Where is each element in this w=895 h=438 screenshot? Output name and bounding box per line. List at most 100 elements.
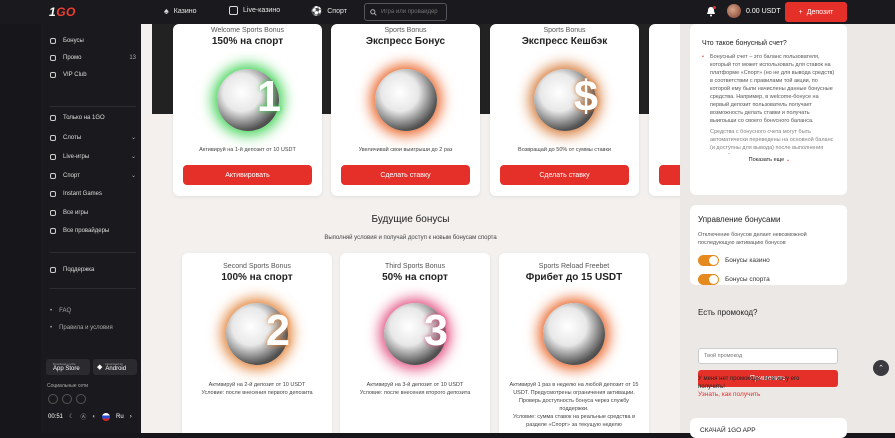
search-box[interactable] xyxy=(364,3,447,21)
manage-text: Отключение бонусов делает невозможной по… xyxy=(698,232,807,246)
divider xyxy=(50,252,136,253)
sidebar-item-6[interactable]: Спорт ⌄ xyxy=(50,172,136,179)
circle-icon[interactable]: ◐ xyxy=(92,414,96,420)
sidebar-item-label: Только на 1GO xyxy=(63,115,105,121)
show-more-link[interactable]: Показать еще ⌄ xyxy=(702,157,837,163)
no-promo-text: У меня нет промокода, но я хочу его полу… xyxy=(698,375,828,391)
manage-title: Управление бонусами xyxy=(698,215,781,224)
appstore-button[interactable]: Download on the App Store xyxy=(46,359,90,375)
accessibility-icon[interactable]: Ⓐ xyxy=(80,412,86,421)
sport-bonus-toggle[interactable] xyxy=(698,274,719,285)
sidebar-item-faq[interactable]: • FAQ xyxy=(50,308,136,314)
sidebar-item-label: Все провайдеры xyxy=(63,228,110,234)
card-description-1: Активируй на 3-й депозит от 10 USDT xyxy=(366,382,464,388)
bell-icon[interactable] xyxy=(706,6,716,17)
right-panel: Что такое бонусный счет? • Бонусный счет… xyxy=(680,24,895,438)
sidebar-item-10[interactable]: Поддержка xyxy=(50,267,136,273)
sidebar-item-9[interactable]: Все провайдеры xyxy=(50,228,136,234)
card-title: Фрибет до 15 USDT xyxy=(525,272,623,283)
flag-icon[interactable] xyxy=(102,412,111,421)
card-action-button[interactable]: Активировать xyxy=(183,165,312,185)
balance[interactable]: 0.00 USDT xyxy=(746,8,781,15)
bonus-card-partial xyxy=(649,24,680,196)
football-icon xyxy=(543,303,605,365)
bonus-number-glyph: $ xyxy=(573,73,598,121)
card-title: 50% на спорт xyxy=(382,272,448,283)
football-icon: 1 xyxy=(217,69,281,131)
bonus-management: Управление бонусами Отключение бонусов д… xyxy=(690,205,847,285)
card-description-2: Условие: сумма ставок на реальные средст… xyxy=(512,414,636,428)
card-subtitle: Welcome Sports Bonus xyxy=(210,27,284,34)
casino-bonus-toggle[interactable] xyxy=(698,255,719,266)
bullet-icon: • xyxy=(702,54,704,60)
bonus-account-info: Что такое бонусный счет? • Бонусный счет… xyxy=(690,24,847,195)
gift-icon xyxy=(50,38,56,44)
card-button-label: Активировать xyxy=(225,171,270,179)
casino-bonus-label: Бонусы казино xyxy=(725,257,770,264)
sidebar-item-rules[interactable]: • Правила и условия xyxy=(50,325,136,331)
card-description-1: Активируй на 2-й депозит от 10 USDT xyxy=(208,382,306,388)
nav-live-casino[interactable]: Live-казино xyxy=(229,6,280,15)
count-badge: 13 xyxy=(129,55,136,61)
deposit-button[interactable]: + Депозит xyxy=(785,2,847,22)
search-icon xyxy=(370,8,377,16)
card-action-button[interactable]: Сделать ставку xyxy=(341,165,470,185)
search-input[interactable] xyxy=(381,9,445,15)
sidebar-item-label: Бонусы xyxy=(63,38,84,44)
deposit-label: Депозит xyxy=(806,8,834,16)
ball-icon: ⚽ xyxy=(311,6,323,16)
sidebar-item-2[interactable]: VIP Club xyxy=(50,72,136,78)
football-icon: $ xyxy=(534,69,598,131)
sidebar-item-4[interactable]: Слоты ⌄ xyxy=(50,134,136,141)
sidebar-item-8[interactable]: Все игры xyxy=(50,210,136,216)
sidebar-item-1[interactable]: Промо 13 xyxy=(50,55,136,61)
main-content: Welcome Sports Bonus 150% на спорт Активир… xyxy=(141,24,680,433)
android-icon: ◆ xyxy=(97,364,103,371)
card-action-button[interactable]: Сделать ставку xyxy=(500,165,629,185)
logo[interactable]: 1GO xyxy=(49,5,76,19)
card-title: 150% на спорт xyxy=(211,36,284,47)
scroll-button[interactable]: ⌃ xyxy=(873,360,889,376)
card-description: Активируй на 2-й депозит от 10 USDT Услов… xyxy=(190,381,324,397)
moon-icon[interactable]: ☾ xyxy=(69,413,74,420)
clock: 00:51 xyxy=(48,413,64,420)
nav-sport-label: Спорт xyxy=(327,8,347,15)
promo-input[interactable] xyxy=(698,348,838,364)
social-label: Социальные сети xyxy=(47,383,89,389)
twitter-icon[interactable] xyxy=(62,394,72,404)
divider xyxy=(50,106,136,107)
sidebar-item-label: VIP Club xyxy=(63,72,87,78)
nav-sport[interactable]: ⚽ Спорт xyxy=(311,6,347,17)
sidebar-item-7[interactable]: Instant Games xyxy=(50,191,136,197)
card-subtitle: Third Sports Bonus xyxy=(385,263,445,270)
future-bonus-card: Third Sports Bonus 50% на спорт Активируй … xyxy=(340,253,490,433)
sidebar-item-3[interactable]: Только на 1GO xyxy=(50,115,136,121)
show-more-label: Показать еще xyxy=(748,157,785,163)
sidebar: Бонусы Промо 13 VIP Club Только на 1GO Слоты ⌄… xyxy=(41,24,141,433)
logo-suffix: GO xyxy=(56,5,76,19)
future-bonuses-subheading: Выполняй условия и получай доступ к новы… xyxy=(324,235,497,241)
card-description: Активируй 1 раз в неделю на любой депози… xyxy=(507,381,641,429)
sidebar-item-0[interactable]: Бонусы xyxy=(50,38,136,44)
card-subtitle: Second Sports Bonus xyxy=(223,263,291,270)
language-label[interactable]: Ru xyxy=(116,414,124,420)
sidebar-item-label: Все игры xyxy=(63,210,89,216)
instagram-icon[interactable] xyxy=(76,394,86,404)
card-button-label: Сделать ставку xyxy=(380,171,431,179)
football-icon: 3 xyxy=(384,303,448,365)
card-description: Возвращай до 50% от суммы ставки xyxy=(518,147,611,153)
sidebar-item-5[interactable]: Live-игры ⌄ xyxy=(50,153,136,160)
how-to-get-link[interactable]: Узнать, как получить xyxy=(698,391,760,398)
faq-label: FAQ xyxy=(59,308,72,314)
partial-card-button[interactable] xyxy=(659,165,680,185)
future-bonus-card: Second Sports Bonus 100% на спорт Активиру… xyxy=(182,253,332,433)
download-app-box[interactable]: СКАЧАЙ 1GO APP xyxy=(690,418,847,438)
android-button[interactable]: ◆ Download for Android xyxy=(93,359,137,375)
telegram-icon[interactable] xyxy=(48,394,58,404)
info-text-1: • Бонусный счет – это баланс пользовател… xyxy=(702,53,837,122)
chevron-down-icon: ⌄ xyxy=(130,173,136,179)
no-promo-label: У меня нет промокода, но я хочу его полу… xyxy=(698,376,800,390)
nav-casino[interactable]: ♠ Казино xyxy=(164,6,197,16)
avatar[interactable] xyxy=(727,4,741,18)
sidebar-item-label: Промо xyxy=(63,55,82,61)
